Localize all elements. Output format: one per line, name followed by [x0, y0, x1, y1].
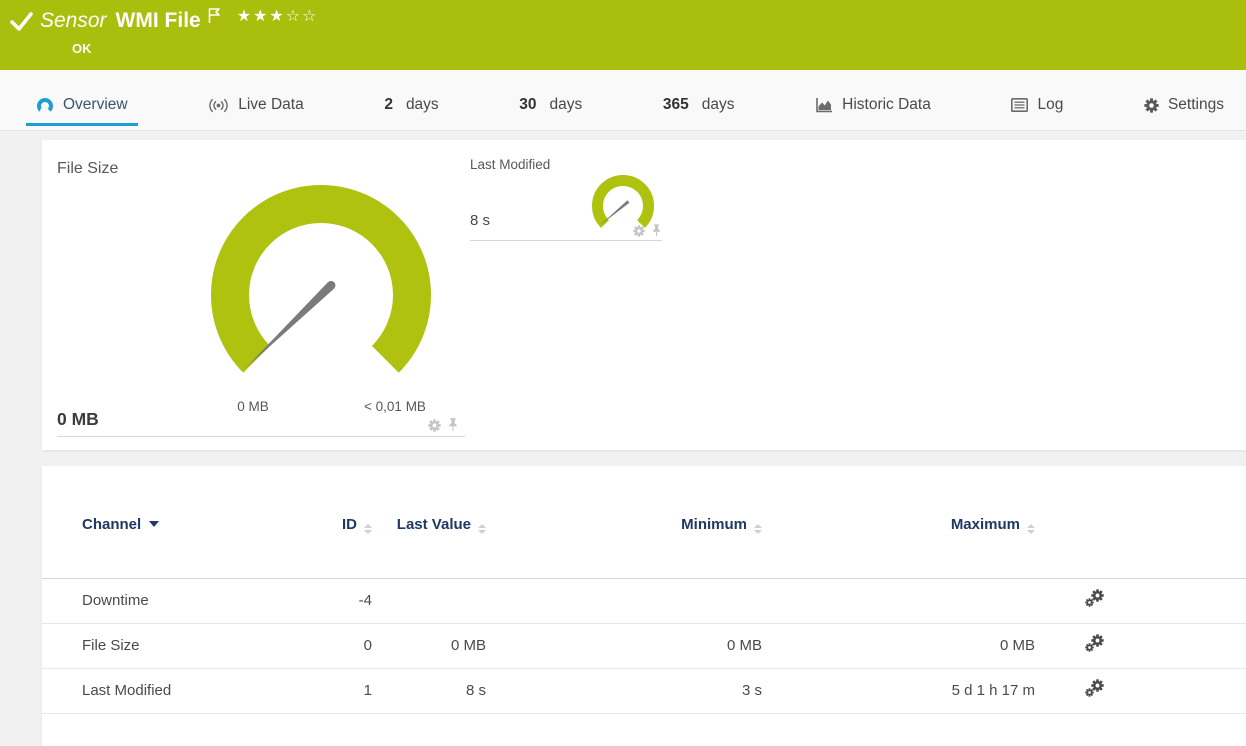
file-size-gauge-title: File Size — [57, 160, 119, 177]
last-value-cell — [372, 578, 486, 624]
sort-icon — [754, 524, 762, 534]
column-header-minimum[interactable]: Minimum — [486, 516, 762, 579]
gauge-pin-icon[interactable] — [651, 224, 662, 237]
tab-live-data[interactable]: Live Data — [198, 86, 313, 126]
column-header-last-value[interactable]: Last Value — [372, 516, 486, 579]
channel-name-cell[interactable]: Last Modified — [42, 668, 282, 714]
tab-log[interactable]: Log — [1001, 86, 1073, 126]
tab-30-days[interactable]: 30 days — [509, 86, 592, 126]
channel-settings-gears-icon[interactable] — [1085, 634, 1105, 657]
channel-id-cell: 1 — [282, 668, 372, 714]
table-row: Last Modified 1 8 s 3 s 5 d 1 h 17 m — [42, 668, 1246, 714]
gauge-pin-icon[interactable] — [447, 418, 459, 432]
gauge-settings-gear-icon[interactable] — [633, 225, 645, 237]
broadcast-icon — [209, 98, 228, 112]
tab-overview[interactable]: Overview — [26, 86, 138, 126]
priority-stars[interactable]: ★★★☆☆ — [237, 6, 319, 28]
channel-name-cell[interactable]: Downtime — [42, 578, 282, 624]
column-header-maximum[interactable]: Maximum — [762, 516, 1035, 579]
column-header-actions — [1035, 516, 1155, 579]
channels-card: Channel ID Last Value Minimum Maximum Do… — [42, 466, 1246, 746]
table-header-row: Channel ID Last Value Minimum Maximum — [42, 516, 1246, 579]
channel-settings-gears-icon[interactable] — [1085, 679, 1105, 702]
sort-icon — [364, 524, 372, 534]
gauges-card: File Size 0 MB < 0,01 MB 0 MB Last Modif… — [42, 140, 1246, 450]
channel-name-cell[interactable]: File Size — [42, 623, 282, 669]
channel-table: Channel ID Last Value Minimum Maximum Do… — [42, 516, 1246, 714]
gauge-icon — [37, 98, 53, 112]
file-size-gauge — [211, 185, 431, 373]
channel-settings-gears-icon[interactable] — [1085, 589, 1105, 612]
last-modified-gauge-panel: Last Modified 8 s — [470, 154, 662, 241]
maximum-cell: 0 MB — [762, 623, 1035, 669]
file-size-current-value: 0 MB — [57, 409, 99, 429]
maximum-cell — [762, 578, 1035, 624]
sensor-title: WMI File — [115, 9, 201, 32]
area-chart-icon — [816, 97, 833, 112]
sort-icon — [478, 524, 486, 534]
pause-flag-icon[interactable] — [208, 8, 221, 29]
tab-settings[interactable]: Settings — [1134, 86, 1234, 126]
sensor-kind-label: Sensor — [40, 9, 107, 32]
minimum-cell — [486, 578, 762, 624]
gauge-max-label: < 0,01 MB — [364, 399, 426, 414]
sort-icon — [1027, 524, 1035, 534]
column-header-id[interactable]: ID — [282, 516, 372, 579]
gauge-settings-gear-icon[interactable] — [428, 419, 441, 432]
sensor-status-badge: OK — [72, 41, 92, 56]
table-row: Downtime -4 — [42, 578, 1246, 624]
maximum-cell: 5 d 1 h 17 m — [762, 668, 1035, 714]
status-ok-check-icon — [10, 11, 34, 38]
file-size-gauge-panel: File Size 0 MB < 0,01 MB 0 MB — [57, 152, 465, 437]
sensor-header: Sensor WMI File ★★★☆☆ OK — [0, 0, 1246, 70]
channel-filter-caret-icon — [149, 521, 160, 527]
last-value-cell: 0 MB — [372, 623, 486, 669]
column-header-channel[interactable]: Channel — [42, 516, 282, 579]
log-list-icon — [1011, 98, 1029, 112]
tab-2-days[interactable]: 2 days — [374, 86, 448, 126]
channel-id-cell: 0 — [282, 623, 372, 669]
table-row: File Size 0 0 MB 0 MB 0 MB — [42, 623, 1246, 669]
channel-id-cell: -4 — [282, 578, 372, 624]
minimum-cell: 3 s — [486, 668, 762, 714]
tab-historic-data[interactable]: Historic Data — [805, 86, 941, 126]
last-modified-gauge-title: Last Modified — [470, 157, 551, 172]
tab-bar: Overview Live Data 2 days 30 days 365 da… — [0, 70, 1246, 131]
gear-icon — [1144, 97, 1159, 113]
tab-365-days[interactable]: 365 days — [653, 86, 745, 126]
last-modified-current-value: 8 s — [470, 212, 491, 229]
last-value-cell: 8 s — [372, 668, 486, 714]
gauge-min-label: 0 MB — [237, 399, 269, 414]
minimum-cell: 0 MB — [486, 623, 762, 669]
